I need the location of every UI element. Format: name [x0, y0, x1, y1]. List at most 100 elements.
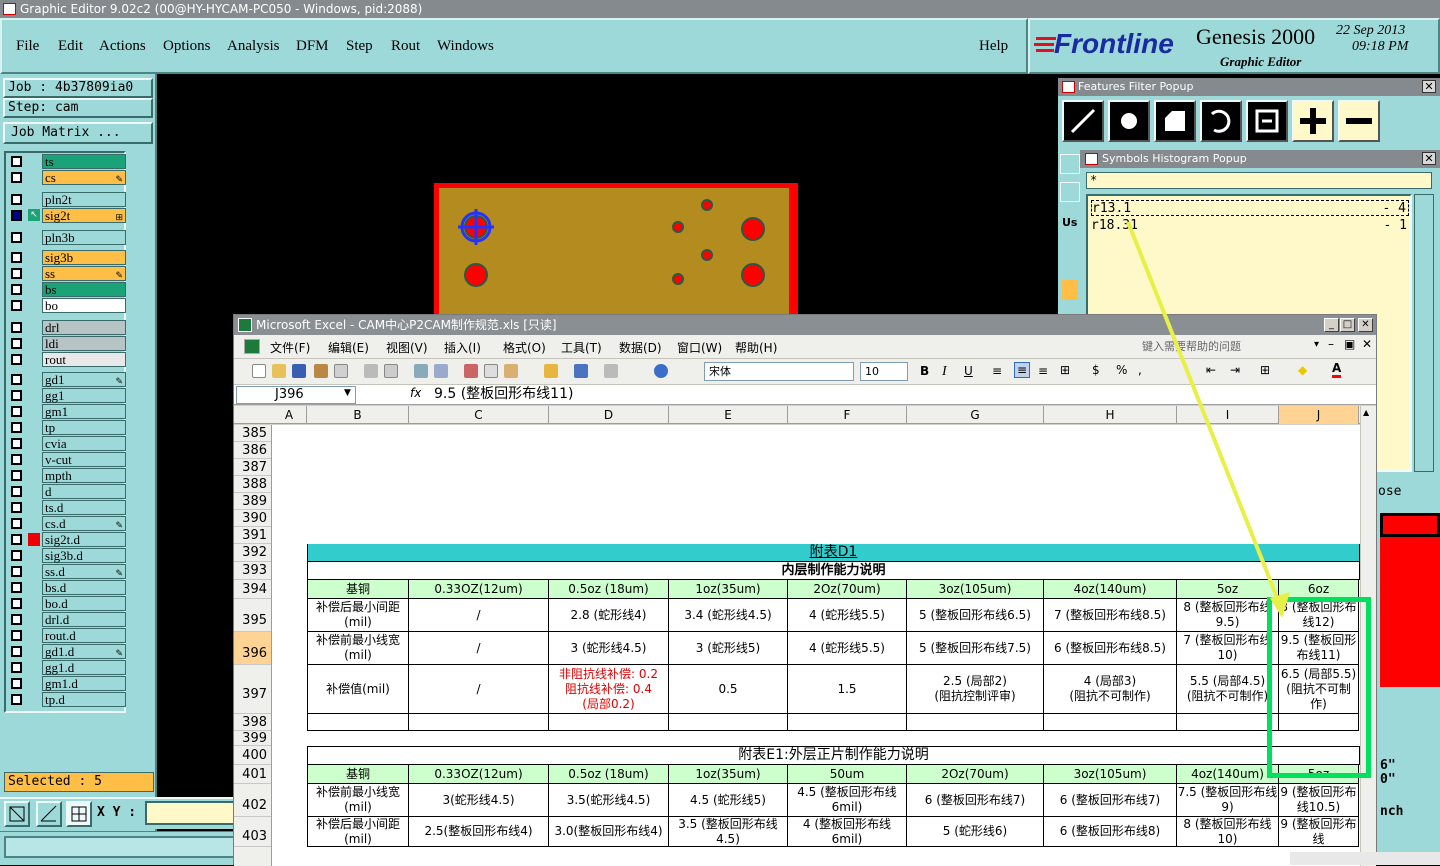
menu-windows[interactable]: Windows — [437, 38, 494, 55]
layer-checkbox[interactable] — [11, 470, 22, 481]
xl-menu-insert[interactable]: 插入(I) — [444, 339, 481, 356]
layer-row[interactable]: gd1.d ✎ — [8, 644, 126, 659]
xl-menu-window[interactable]: 窗口(W) — [677, 339, 722, 356]
menu-step[interactable]: Step — [346, 38, 373, 55]
table-cell[interactable]: 3oz(105um) — [1044, 765, 1177, 784]
layer-row[interactable]: cs ✎ — [8, 170, 126, 185]
pcb-via[interactable] — [672, 221, 684, 233]
minimize-icon[interactable]: _ — [1324, 318, 1339, 332]
xl-menu-file[interactable]: 文件(F) — [270, 339, 310, 356]
table-cell[interactable]: 2.5(整板回形布线4) — [409, 817, 549, 847]
menu-options[interactable]: Options — [163, 38, 211, 55]
pcb-board[interactable] — [434, 183, 798, 328]
layer-name[interactable]: pln3b — [42, 230, 126, 245]
table-cell[interactable] — [409, 714, 549, 731]
zoom-tool-button[interactable] — [4, 801, 30, 827]
layer-checkbox[interactable] — [11, 678, 22, 689]
table-cell[interactable]: 2.8 (蛇形线4) — [549, 599, 669, 632]
table-cell[interactable]: 7 (整板回形布线8.5) — [1044, 599, 1177, 632]
close-icon[interactable]: ✕ — [1422, 80, 1436, 93]
table-cell[interactable]: 基铜 — [307, 765, 409, 784]
layer-name[interactable]: ldi — [42, 336, 126, 351]
layer-name[interactable]: drl.d — [42, 612, 126, 627]
layer-checkbox[interactable] — [11, 694, 22, 705]
worksheet[interactable]: 附表D1 内层制作能力说明 基铜 0.33OZ(12um) 0.5oz (18um) 1o… — [272, 425, 1360, 866]
table-cell[interactable]: 补偿前最小线宽(mil) — [307, 784, 409, 817]
symbol-row[interactable]: r18.31 - 1 — [1091, 218, 1409, 234]
layer-name[interactable]: pln2t — [42, 192, 126, 207]
color-swatch[interactable] — [1062, 280, 1078, 300]
layer-name[interactable]: rout — [42, 352, 126, 367]
row-header[interactable]: 400 — [234, 746, 271, 765]
filter-pad-button[interactable] — [1108, 100, 1150, 142]
table-cell[interactable]: 6 (整板回形布线7) — [1044, 784, 1177, 817]
fill-color-icon[interactable]: ◆ — [1298, 363, 1307, 377]
layer-row[interactable]: tp — [8, 420, 126, 435]
layer-row[interactable]: gg1.d — [8, 660, 126, 675]
layer-checkbox[interactable] — [11, 406, 22, 417]
layer-name[interactable]: sig3b — [42, 250, 126, 265]
filter-line-button[interactable] — [1062, 100, 1104, 142]
table-cell[interactable]: 5oz — [1177, 580, 1279, 599]
layer-name[interactable]: ss ✎ — [42, 266, 126, 281]
layer-row[interactable]: ldi — [8, 336, 126, 351]
layer-row[interactable]: tp.d — [8, 692, 126, 707]
table-cell[interactable]: 8 (整板回形布线9.5) — [1177, 599, 1279, 632]
unit-selector[interactable]: nch — [1380, 804, 1403, 819]
table-cell[interactable] — [907, 714, 1044, 731]
row-header[interactable]: 402 — [234, 784, 271, 817]
table-cell[interactable]: / — [409, 665, 549, 714]
copy-icon[interactable] — [484, 364, 498, 378]
table-cell[interactable]: 补偿值(mil) — [307, 665, 409, 714]
column-header[interactable]: H — [1044, 406, 1177, 424]
table-cell[interactable]: 4oz(140um) — [1044, 580, 1177, 599]
filter-arc-button[interactable] — [1200, 100, 1242, 142]
layer-checkbox[interactable] — [11, 322, 22, 333]
table-cell[interactable]: 1.5 — [788, 665, 907, 714]
chevron-down-icon[interactable]: ▼ — [344, 388, 351, 398]
column-header[interactable]: C — [409, 406, 549, 424]
layer-row[interactable]: bs — [8, 282, 126, 297]
column-header[interactable]: A — [272, 406, 307, 424]
row-header[interactable]: 391 — [234, 527, 271, 544]
menu-analysis[interactable]: Analysis — [227, 38, 280, 55]
row-header[interactable]: 390 — [234, 510, 271, 527]
pcb-pad[interactable] — [741, 217, 765, 241]
layer-row[interactable]: gm1 — [8, 404, 126, 419]
table-cell[interactable]: 4.5 (蛇形线5) — [669, 784, 788, 817]
maximize-icon[interactable]: □ — [1340, 318, 1355, 332]
layer-checkbox[interactable] — [11, 194, 22, 205]
layer-row[interactable]: sig3b.d — [8, 548, 126, 563]
table-cell[interactable]: 3(蛇形线4.5) — [409, 784, 549, 817]
layer-row[interactable]: gm1.d — [8, 676, 126, 691]
layer-row[interactable]: cs.d ✎ — [8, 516, 126, 531]
layer-name[interactable]: sig2t ⊞ — [42, 208, 126, 223]
layer-name[interactable]: gg1.d — [42, 660, 126, 675]
print-preview-icon[interactable] — [384, 364, 398, 378]
layer-row[interactable]: ts — [8, 154, 126, 169]
layer-name[interactable]: cs.d ✎ — [42, 516, 126, 531]
table-cell[interactable] — [1177, 714, 1279, 731]
layer-checkbox[interactable] — [11, 354, 22, 365]
column-header[interactable]: D — [549, 406, 669, 424]
vertical-scrollbar[interactable] — [1414, 194, 1434, 472]
redo-icon[interactable] — [604, 364, 618, 378]
table-cell[interactable]: 5 (整板回形布线7.5) — [907, 632, 1044, 665]
table-cell[interactable]: 0.5oz (18um) — [549, 765, 669, 784]
menu-edit[interactable]: Edit — [58, 38, 83, 55]
layer-checkbox[interactable] — [11, 390, 22, 401]
close-icon[interactable]: ✕ — [1358, 318, 1373, 332]
layer-checkbox[interactable] — [11, 422, 22, 433]
table-cell[interactable]: 5.5 (局部4.5) (阻抗不可制作) — [1177, 665, 1279, 714]
symbol-row[interactable]: r13.1 - 4 — [1091, 200, 1409, 216]
table-cell[interactable] — [1044, 714, 1177, 731]
layer-name[interactable]: gm1.d — [42, 676, 126, 691]
document-icon[interactable] — [244, 339, 260, 354]
row-header[interactable]: 386 — [234, 442, 271, 459]
restore-icon[interactable]: ▣ — [1344, 337, 1355, 351]
row-header[interactable]: 394 — [234, 580, 271, 599]
table-cell[interactable]: 7 (整板回形布线10) — [1177, 632, 1279, 665]
table-cell[interactable]: 0.33OZ(12um) — [409, 580, 549, 599]
column-header[interactable]: G — [907, 406, 1044, 424]
table-cell[interactable]: 3.4 (蛇形线4.5) — [669, 599, 788, 632]
